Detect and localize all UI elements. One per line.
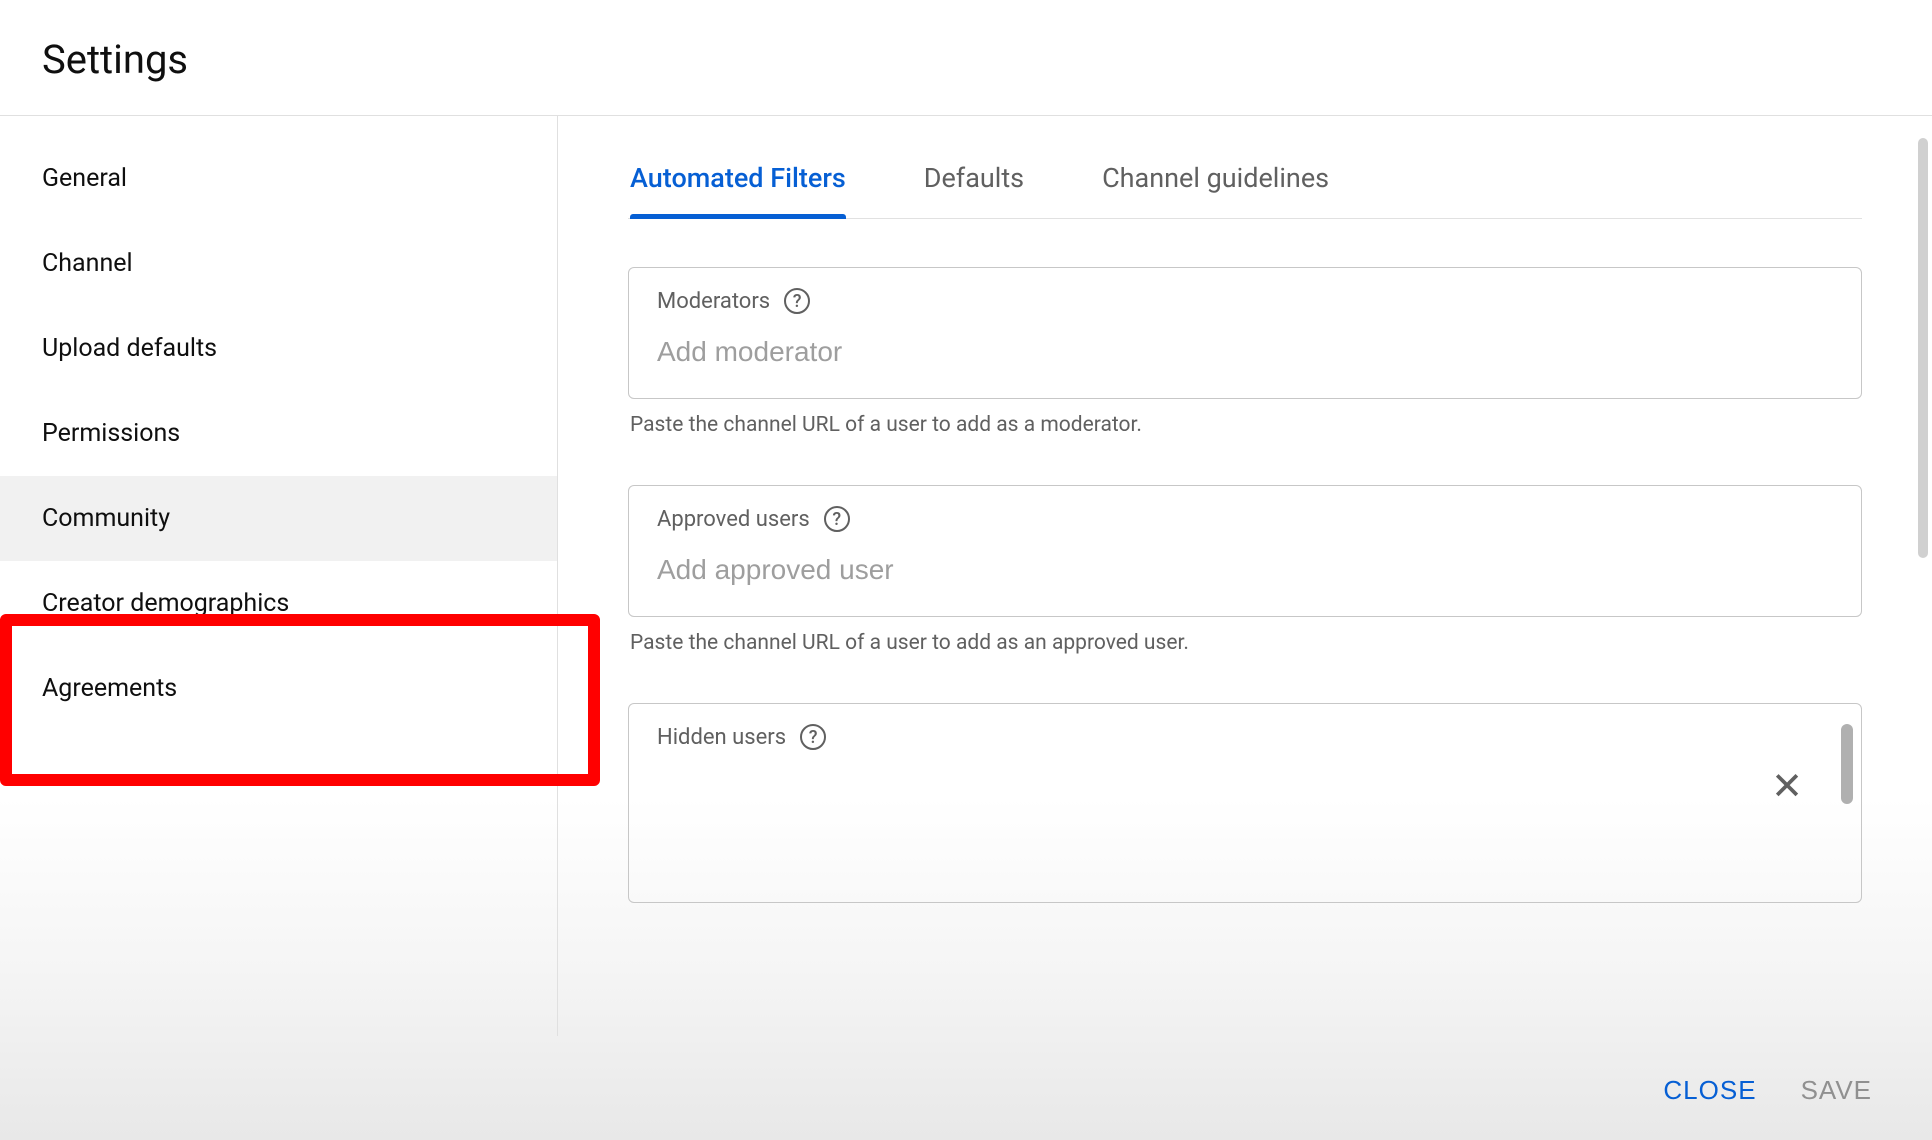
close-button[interactable]: CLOSE: [1663, 1075, 1756, 1106]
moderators-input[interactable]: [657, 336, 1833, 368]
approved-users-field[interactable]: Approved users ?: [628, 485, 1862, 617]
sidebar-item-creator-demographics[interactable]: Creator demographics: [0, 561, 557, 646]
sidebar-item-upload-defaults[interactable]: Upload defaults: [0, 306, 557, 391]
dialog-body: General Channel Upload defaults Permissi…: [0, 116, 1932, 1036]
dialog-header: Settings: [0, 0, 1932, 115]
moderators-label: Moderators: [657, 289, 770, 314]
hidden-users-field[interactable]: Hidden users ? ✕: [628, 703, 1862, 903]
approved-users-label-row: Approved users ?: [657, 506, 1833, 532]
remove-chip-icon[interactable]: ✕: [1771, 768, 1803, 806]
moderators-group: Moderators ? Paste the channel URL of a …: [628, 267, 1862, 437]
help-icon[interactable]: ?: [824, 506, 850, 532]
page-title: Settings: [42, 36, 1932, 83]
hidden-users-label-row: Hidden users ?: [657, 724, 1833, 750]
settings-sidebar: General Channel Upload defaults Permissi…: [0, 116, 558, 1036]
sidebar-item-channel[interactable]: Channel: [0, 221, 557, 306]
approved-users-label: Approved users: [657, 507, 810, 532]
save-button[interactable]: SAVE: [1801, 1075, 1872, 1106]
sidebar-item-community[interactable]: Community: [0, 476, 557, 561]
tab-channel-guidelines[interactable]: Channel guidelines: [1102, 136, 1329, 218]
approved-users-group: Approved users ? Paste the channel URL o…: [628, 485, 1862, 655]
approved-users-helper: Paste the channel URL of a user to add a…: [628, 631, 1862, 655]
hidden-users-group: Hidden users ? ✕: [628, 703, 1862, 903]
settings-main: Automated Filters Defaults Channel guide…: [558, 116, 1932, 1036]
inner-scrollbar[interactable]: [1841, 724, 1853, 804]
tab-defaults[interactable]: Defaults: [924, 136, 1024, 218]
moderators-helper: Paste the channel URL of a user to add a…: [628, 413, 1862, 437]
help-icon[interactable]: ?: [800, 724, 826, 750]
dialog-footer: CLOSE SAVE: [0, 1040, 1932, 1140]
tabs: Automated Filters Defaults Channel guide…: [628, 136, 1862, 219]
sidebar-item-agreements[interactable]: Agreements: [0, 646, 557, 731]
sidebar-item-general[interactable]: General: [0, 136, 557, 221]
help-icon[interactable]: ?: [784, 288, 810, 314]
sidebar-item-permissions[interactable]: Permissions: [0, 391, 557, 476]
tab-automated-filters[interactable]: Automated Filters: [630, 136, 846, 218]
scrollbar[interactable]: [1918, 138, 1928, 558]
moderators-field[interactable]: Moderators ?: [628, 267, 1862, 399]
approved-users-input[interactable]: [657, 554, 1833, 586]
hidden-users-label: Hidden users: [657, 725, 786, 750]
settings-dialog: Settings General Channel Upload defaults…: [0, 0, 1932, 1140]
moderators-label-row: Moderators ?: [657, 288, 1833, 314]
